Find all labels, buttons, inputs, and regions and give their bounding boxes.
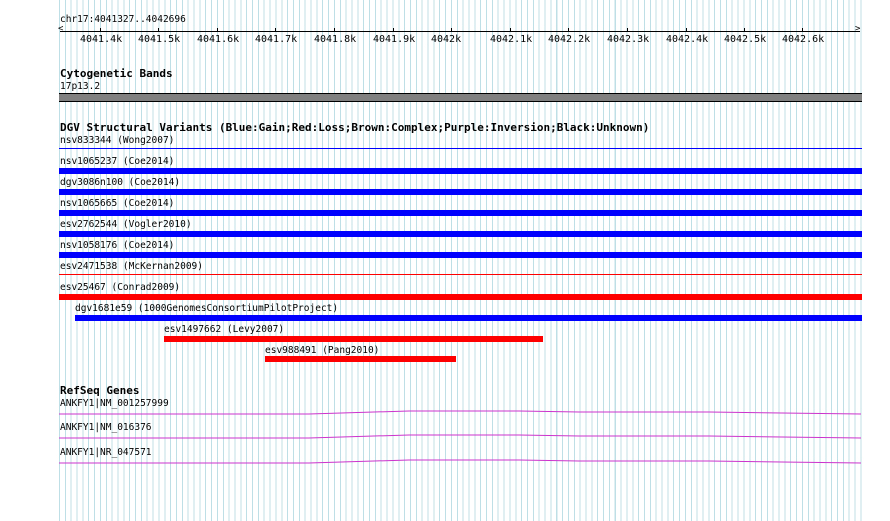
dgv-variant-bar[interactable] [59,189,862,195]
dgv-variant-label: esv1497662 (Levy2007) [164,324,285,335]
dgv-variant-label: nsv1065237 (Coe2014) [60,156,175,167]
ruler-tick-label: 4041.9k [373,34,416,45]
refseq-gene-feature[interactable] [59,434,862,440]
dgv-variant-label: esv988491 (Pang2010) [265,345,380,356]
ruler-tick-label: 4042.3k [607,34,650,45]
ruler-tick [393,28,394,32]
ruler-tick [100,28,101,32]
ruler-right-arrow-icon: > [855,24,861,34]
refseq-gene-label: ANKFY1|NR_047571 [60,447,152,458]
ruler-tick [627,28,628,32]
dgv-variant-label: esv25467 (Conrad2009) [60,282,181,293]
dgv-variant-bar[interactable] [59,231,862,237]
ruler-tick-label: 4041.8k [314,34,357,45]
ruler-left-arrow-icon: < [58,24,64,34]
ruler-tick [510,28,511,32]
dgv-variant-label: dgv1681e59 (1000GenomesConsortiumPilotPr… [75,303,339,314]
ruler-tick-label: 4042.1k [490,34,533,45]
ruler-position-label: chr17:4041327..4042696 [60,14,186,25]
dgv-variant-bar[interactable] [59,210,862,216]
ruler-tick [686,28,687,32]
dgv-variant-label: nsv833344 (Wong2007) [60,135,175,146]
dgv-variant-bar[interactable] [75,315,862,321]
ruler-tick [158,28,159,32]
ruler-tick-label: 4041.5k [138,34,181,45]
ruler-tick-label: 4042.4k [666,34,709,45]
dgv-variant-label: esv2762544 (Vogler2010) [60,219,192,230]
ruler-tick-label: 4042.2k [548,34,591,45]
dgv-variant-bar[interactable] [265,356,456,362]
dgv-variant-label: dgv3086n100 (Coe2014) [60,177,181,188]
ruler-tick [334,28,335,32]
ruler-tick-label: 4042.6k [782,34,825,45]
refseq-track-title: RefSeq Genes [60,384,140,397]
dgv-variant-bar[interactable] [59,168,862,174]
dgv-variant-bar[interactable] [164,336,543,342]
refseq-gene-label: ANKFY1|NM_016376 [60,422,152,433]
dgv-variant-bar[interactable] [59,274,862,275]
dgv-variant-bar[interactable] [59,252,862,258]
ruler-tick-label: 4041.6k [197,34,240,45]
ruler-tick [568,28,569,32]
dgv-track-title: DGV Structural Variants (Blue:Gain;Red:L… [60,121,650,134]
dgv-variant-label: esv2471538 (McKernan2009) [60,261,203,272]
ruler-tick [744,28,745,32]
genome-browser-panel: chr17:4041327..4042696 < > Cytogenetic B… [0,0,890,521]
ruler-tick-label: 4041.7k [255,34,298,45]
refseq-gene-feature[interactable] [59,459,862,465]
dgv-variant-bar[interactable] [59,294,862,300]
ruler-tick [802,28,803,32]
dgv-variant-label: nsv1065665 (Coe2014) [60,198,175,209]
ruler-tick [275,28,276,32]
ruler-axis [60,31,860,32]
cytoband-track-title: Cytogenetic Bands [60,67,173,80]
refseq-gene-feature[interactable] [59,410,862,416]
ruler-tick-label: 4041.4k [80,34,123,45]
ruler-tick [217,28,218,32]
ruler-tick [451,28,452,32]
refseq-gene-label: ANKFY1|NM_001257999 [60,398,169,409]
ruler-tick-label: 4042.5k [724,34,767,45]
ruler-tick-label: 4042k [431,34,462,45]
cytoband-bar[interactable] [59,93,862,102]
dgv-variant-label: nsv1058176 (Coe2014) [60,240,175,251]
cytoband-label: 17p13.2 [60,81,101,92]
dgv-variant-bar[interactable] [59,148,862,149]
